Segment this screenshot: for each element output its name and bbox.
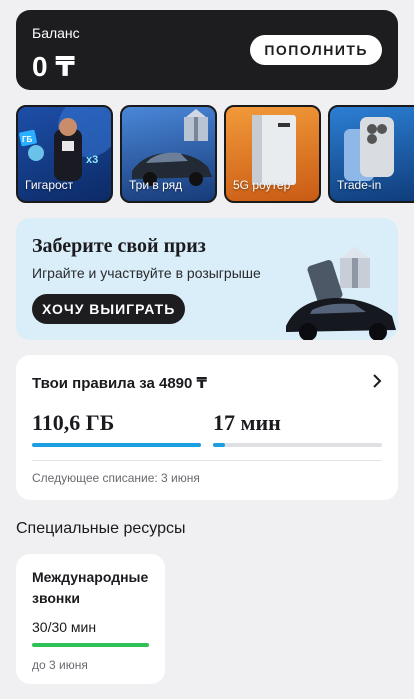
- special-amount: 30/30 мин: [32, 619, 97, 635]
- tariff-title: Твои правила за 4890 ₸: [32, 375, 207, 392]
- balance-card: Баланс 0 ₸ ПОПОЛНИТЬ: [16, 10, 398, 90]
- balance-amount: 0 ₸: [32, 51, 75, 82]
- promo-banner[interactable]: Заберите свой приз Играйте и участвуйте …: [16, 218, 398, 340]
- balance-label: Баланс: [32, 25, 80, 41]
- badge-gb-text: ГБ: [22, 135, 33, 144]
- promo-title: Заберите свой приз: [32, 235, 206, 257]
- data-progress: [32, 443, 201, 447]
- data-progress-fill: [32, 443, 201, 447]
- story-trade-in[interactable]: Trade-in: [328, 105, 414, 203]
- car-prize-illustration: [286, 246, 396, 340]
- special-card-title: Международные звонки: [32, 569, 149, 606]
- divider: [32, 460, 382, 461]
- story-label: 5G роутер: [233, 178, 291, 192]
- special-progress-fill: [32, 643, 149, 647]
- story-label: Три в ряд: [129, 178, 183, 192]
- badge-x3-text: x3: [86, 154, 98, 166]
- data-value: 110,6 ГБ: [32, 410, 115, 435]
- minutes-progress: [213, 443, 382, 447]
- topup-button[interactable]: ПОПОЛНИТЬ: [250, 35, 382, 65]
- story-label: Гигарост: [25, 178, 74, 192]
- chevron-right-icon[interactable]: [370, 373, 384, 389]
- story-label: Trade-in: [337, 178, 382, 192]
- home-screen: Баланс 0 ₸ ПОПОЛНИТЬ ГБ x3 Гигарост Три …: [0, 0, 414, 699]
- minutes-progress-fill: [213, 443, 225, 447]
- next-charge: Следующее списание: 3 июня: [32, 471, 200, 485]
- win-button[interactable]: ХОЧУ ВЫИГРАТЬ: [32, 294, 186, 324]
- tariff-card[interactable]: Твои правила за 4890 ₸ 110,6 ГБ 17 мин С…: [16, 355, 398, 500]
- stories-carousel: ГБ x3 Гигарост Три в ряд 5G роутер Trade…: [16, 105, 414, 203]
- special-heading: Специальные ресурсы: [16, 520, 186, 537]
- special-resource-card[interactable]: Международные звонки 30/30 мин до 3 июня: [16, 554, 165, 684]
- minutes-value: 17 мин: [213, 410, 281, 435]
- story-three-in-row[interactable]: Три в ряд: [120, 105, 217, 203]
- special-until: до 3 июня: [32, 658, 88, 672]
- story-gigarost[interactable]: ГБ x3 Гигарост: [16, 105, 113, 203]
- promo-subtitle: Играйте и участвуйте в розыгрыше: [32, 265, 261, 281]
- story-5g-router[interactable]: 5G роутер: [224, 105, 321, 203]
- special-progress: [32, 643, 149, 647]
